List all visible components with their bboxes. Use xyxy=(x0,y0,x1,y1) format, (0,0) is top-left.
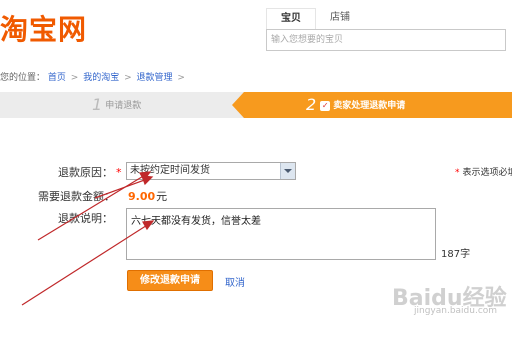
annotation-arrow-line xyxy=(37,171,151,241)
annotation-arrow-line xyxy=(21,221,153,306)
baidu-watermark-url: jingyan.baidu.com xyxy=(414,306,498,316)
annotation-arrowhead xyxy=(142,220,155,231)
annotation-arrow-line xyxy=(94,177,151,199)
annotation-arrowhead xyxy=(141,175,154,186)
